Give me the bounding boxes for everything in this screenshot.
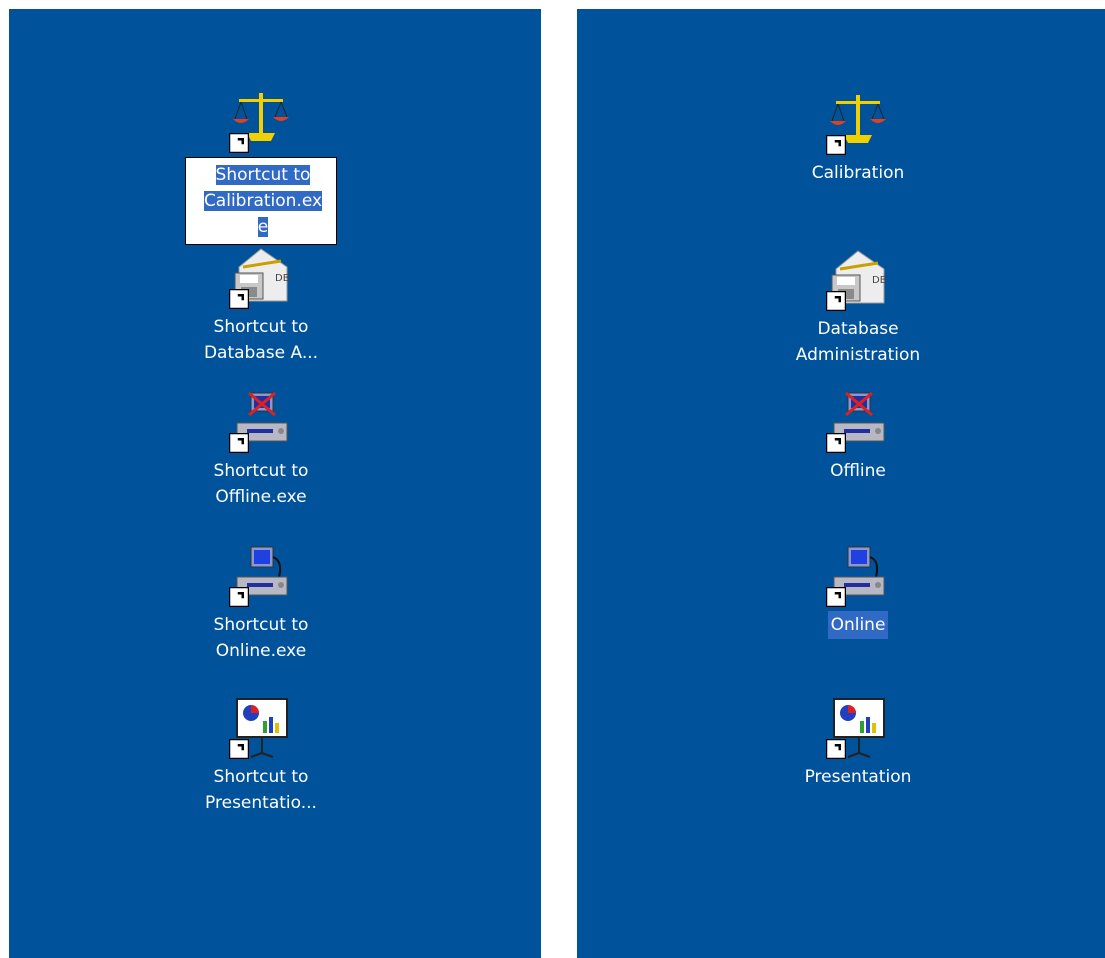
icon-label: Presentation <box>804 767 912 787</box>
desktop-icon-database-shortcut[interactable]: Shortcut to Database A... <box>176 245 346 367</box>
desktop-icon-calibration-shortcut[interactable]: Shortcut to Calibration.ex e <box>176 89 346 245</box>
icon-label-selected: Online <box>827 611 889 639</box>
shortcut-arrow-icon <box>229 739 249 759</box>
shortcut-arrow-icon <box>229 289 249 309</box>
icon-label: Shortcut to Database A... <box>203 317 319 363</box>
desktop-icon-online[interactable]: Online <box>773 543 943 639</box>
icon-label: Database Administration <box>795 319 921 365</box>
shortcut-arrow-icon <box>826 433 846 453</box>
desktop-icon-offline-shortcut[interactable]: Shortcut to Offline.exe <box>176 389 346 511</box>
desktop-icon-presentation-shortcut[interactable]: Shortcut to Presentatio... <box>176 695 346 817</box>
shortcut-arrow-icon <box>229 587 249 607</box>
icon-label: Offline <box>830 461 886 481</box>
shortcut-arrow-icon <box>229 133 249 153</box>
desktop-left[interactable]: Shortcut to Calibration.ex e Shortcut to… <box>9 9 541 958</box>
desktop-icon-calibration[interactable]: Calibration <box>773 91 943 187</box>
shortcut-arrow-icon <box>826 587 846 607</box>
desktop-icon-online-shortcut[interactable]: Shortcut to Online.exe <box>176 543 346 665</box>
shortcut-arrow-icon <box>229 433 249 453</box>
icon-label: Calibration <box>811 163 905 183</box>
desktop-icon-offline[interactable]: Offline <box>773 389 943 485</box>
shortcut-arrow-icon <box>826 739 846 759</box>
icon-label: Shortcut to Presentatio... <box>205 767 317 813</box>
icon-label: Shortcut to Offline.exe <box>213 461 309 507</box>
shortcut-arrow-icon <box>826 135 846 155</box>
shortcut-arrow-icon <box>826 291 846 311</box>
rename-textbox[interactable]: Shortcut to Calibration.ex e <box>184 157 338 245</box>
icon-label: Shortcut to Online.exe <box>213 615 309 661</box>
desktop-icon-database-administration[interactable]: Database Administration <box>773 247 943 369</box>
desktop-icon-presentation[interactable]: Presentation <box>773 695 943 791</box>
desktop-right[interactable]: Calibration Database Administration Offl… <box>577 9 1105 958</box>
